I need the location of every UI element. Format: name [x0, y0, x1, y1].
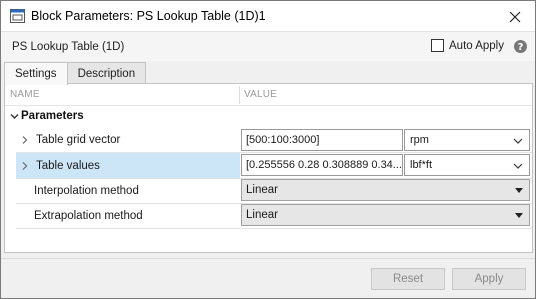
table-row: Extrapolation method Linear: [5, 203, 532, 228]
window-title: Block Parameters: PS Lookup Table (1D)1: [31, 9, 266, 23]
auto-apply-checkbox-box[interactable]: [431, 39, 444, 52]
block-name: PS Lookup Table (1D): [12, 41, 125, 53]
row-divider: [16, 228, 532, 229]
column-header-name: NAME: [10, 89, 40, 100]
table-row: Interpolation method Linear: [5, 178, 532, 203]
table-values-unit-select[interactable]: lbf*ft: [404, 154, 530, 176]
table-row: Table grid vector [500:100:3000] rpm: [5, 127, 532, 152]
footer-divider: [1, 258, 535, 259]
chevron-right-icon[interactable]: [20, 135, 30, 145]
chevron-down-icon: [513, 163, 523, 169]
tab-settings[interactable]: Settings: [4, 62, 68, 85]
reset-button[interactable]: Reset: [371, 268, 445, 290]
close-icon: [509, 11, 521, 22]
tab-strip: Settings Description: [4, 62, 147, 85]
tab-description[interactable]: Description: [66, 62, 147, 84]
close-button[interactable]: [495, 1, 535, 32]
column-divider[interactable]: [239, 86, 240, 104]
chevron-down-icon[interactable]: [10, 112, 19, 121]
row-label: Table grid vector: [36, 133, 121, 146]
dropdown-value: Linear: [246, 184, 278, 196]
row-label: Interpolation method: [34, 184, 139, 197]
chevron-right-icon[interactable]: [20, 161, 30, 171]
help-icon[interactable]: ?: [514, 40, 527, 53]
table-grid-vector-input[interactable]: [500:100:3000]: [241, 129, 403, 151]
column-header-value: VALUE: [244, 89, 278, 100]
chevron-down-icon: [513, 138, 523, 144]
dropdown-arrow-icon: [515, 213, 523, 218]
auto-apply-label: Auto Apply: [449, 39, 504, 52]
table-row: Table values [0.255556 0.28 0.308889 0.3…: [5, 153, 532, 178]
parameters-group-header[interactable]: Parameters: [5, 105, 532, 127]
unit-value: lbf*ft: [410, 159, 433, 171]
block-parameters-dialog: Block Parameters: PS Lookup Table (1D)1 …: [0, 0, 536, 299]
dropdown-value: Linear: [246, 209, 278, 221]
block-header: PS Lookup Table (1D) Auto Apply ?: [1, 32, 535, 61]
auto-apply-checkbox[interactable]: Auto Apply: [431, 39, 504, 52]
extrapolation-method-name[interactable]: Extrapolation method: [16, 203, 240, 228]
parameters-panel: NAME VALUE Parameters Table grid vector …: [4, 83, 533, 253]
table-values-input[interactable]: [0.255556 0.28 0.308889 0.34...: [241, 154, 403, 176]
extrapolation-method-dropdown[interactable]: Linear: [241, 204, 530, 226]
unit-value: rpm: [410, 134, 429, 146]
dropdown-arrow-icon: [515, 188, 523, 193]
title-bar[interactable]: Block Parameters: PS Lookup Table (1D)1: [1, 1, 535, 32]
apply-button[interactable]: Apply: [452, 268, 526, 290]
interpolation-method-name[interactable]: Interpolation method: [16, 178, 240, 203]
table-grid-vector-name[interactable]: Table grid vector: [16, 127, 240, 152]
block-parameters-app-icon: [10, 9, 25, 23]
parameters-group-label: Parameters: [21, 110, 84, 122]
table-values-name[interactable]: Table values: [16, 153, 240, 178]
table-grid-vector-unit-select[interactable]: rpm: [404, 129, 530, 151]
svg-text:?: ?: [518, 42, 524, 53]
row-label: Table values: [36, 159, 100, 172]
row-label: Extrapolation method: [34, 209, 143, 222]
interpolation-method-dropdown[interactable]: Linear: [241, 179, 530, 201]
